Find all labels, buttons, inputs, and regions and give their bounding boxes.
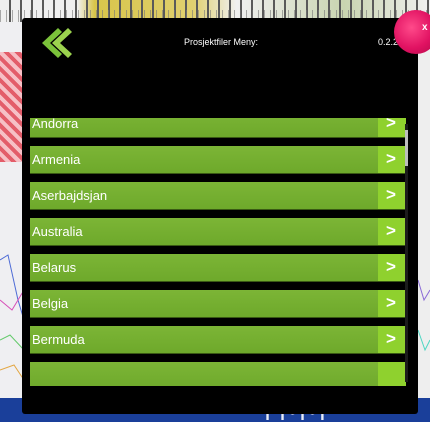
chevron-right-icon[interactable]: >: [378, 118, 406, 137]
list-item-label: Andorra: [32, 118, 79, 131]
chevron-right-icon[interactable]: [378, 362, 406, 386]
list-item-aserbajdsjan[interactable]: Aserbajdsjan >: [30, 182, 406, 210]
list-item-belgia[interactable]: Belgia >: [30, 290, 406, 318]
list-item-andorra[interactable]: Andorra >: [30, 118, 406, 138]
chevron-right-icon[interactable]: >: [378, 182, 406, 209]
list-item-label: Australia: [32, 224, 83, 239]
list-scrollbar[interactable]: [405, 124, 408, 382]
list-item-label: Armenia: [32, 152, 81, 167]
project-files-dialog: Prosjektfiler Meny: 0.2.2 x Andorra > Ar…: [22, 10, 430, 414]
chevron-right-icon[interactable]: >: [378, 218, 406, 245]
close-button[interactable]: x: [394, 10, 430, 62]
chevron-right-icon[interactable]: >: [378, 146, 406, 173]
chevron-right-icon[interactable]: >: [378, 290, 406, 317]
list-item-label: Bermuda: [32, 332, 85, 347]
scrollbar-thumb[interactable]: [405, 130, 408, 166]
list-item-belarus[interactable]: Belarus >: [30, 254, 406, 282]
list-item-partial[interactable]: [30, 362, 406, 386]
list-item-label: Aserbajdsjan: [32, 188, 108, 203]
country-list[interactable]: Andorra > Armenia > Aserbajdsjan > Austr…: [30, 118, 406, 386]
list-item-label: Belarus: [32, 260, 77, 275]
list-item-armenia[interactable]: Armenia >: [30, 146, 406, 174]
list-item-australia[interactable]: Australia >: [30, 218, 406, 246]
chevron-right-icon[interactable]: >: [378, 326, 406, 353]
dialog-title: Prosjektfiler Meny:: [183, 37, 259, 47]
list-item-bermuda[interactable]: Bermuda >: [30, 326, 406, 354]
close-icon: x: [422, 22, 428, 33]
chevron-right-icon[interactable]: >: [378, 254, 406, 281]
list-item-label: Belgia: [32, 296, 69, 311]
